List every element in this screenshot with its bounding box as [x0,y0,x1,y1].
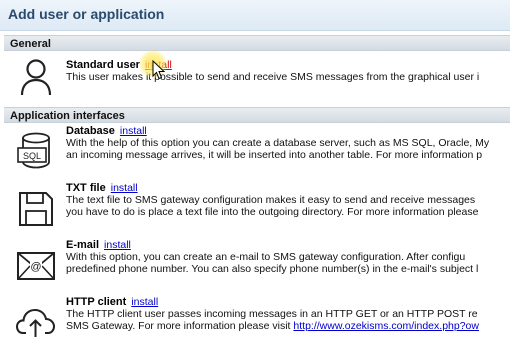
item-description-line: The text file to SMS gateway configurati… [66,194,476,206]
item-name: E-mail [66,239,100,251]
window-titlebar: Add user or application [0,0,510,31]
mouse-pointer-icon [152,59,166,80]
user-icon [14,55,58,99]
list-item-http-client: HTTP client install The HTTP client user … [0,295,510,344]
install-link-http-client[interactable]: install [131,296,158,308]
database-sql-icon: SQL [14,128,58,172]
item-description: This user makes it possible to send and … [66,71,480,83]
item-description-line: you have to do is place a text file into… [66,206,479,218]
item-description-line: With this option, you can create an e-ma… [66,251,466,263]
item-description-line: predefined phone number. You can also sp… [66,263,479,275]
install-link-database[interactable]: install [120,125,147,137]
list-item-txt-file: TXT file install The text file to SMS gat… [0,181,510,231]
cloud-upload-icon [14,299,58,343]
list-item-standard-user: Standard userinstall This user makes it … [0,55,510,101]
section-header-general: General [4,35,510,51]
item-name: HTTP client [66,296,127,308]
svg-text:SQL: SQL [23,151,41,161]
install-link-txt-file[interactable]: install [111,182,138,194]
window-title: Add user or application [8,6,165,22]
item-description-line: SMS Gateway. For more information please… [66,320,294,332]
section-header-application-interfaces: Application interfaces [4,107,510,123]
item-description-line: The HTTP client user passes incoming mes… [66,308,478,320]
floppy-disk-icon [14,187,58,231]
svg-text:@: @ [30,261,41,273]
install-link-email[interactable]: install [104,239,131,251]
item-description-line: With the help of this option you can cre… [66,137,490,149]
item-description-line: an incoming message arrives, it will be … [66,149,483,161]
list-item-database: SQL Database install With the help of thi… [0,124,510,172]
list-item-email: @ E-mail install With this option, you ca… [0,238,510,288]
info-link[interactable]: http://www.ozekisms.com/index.php?ow [293,320,479,332]
envelope-at-icon: @ [14,244,58,288]
item-name: TXT file [66,182,106,194]
item-name: Standard user [66,59,140,71]
item-name: Database [66,125,115,137]
